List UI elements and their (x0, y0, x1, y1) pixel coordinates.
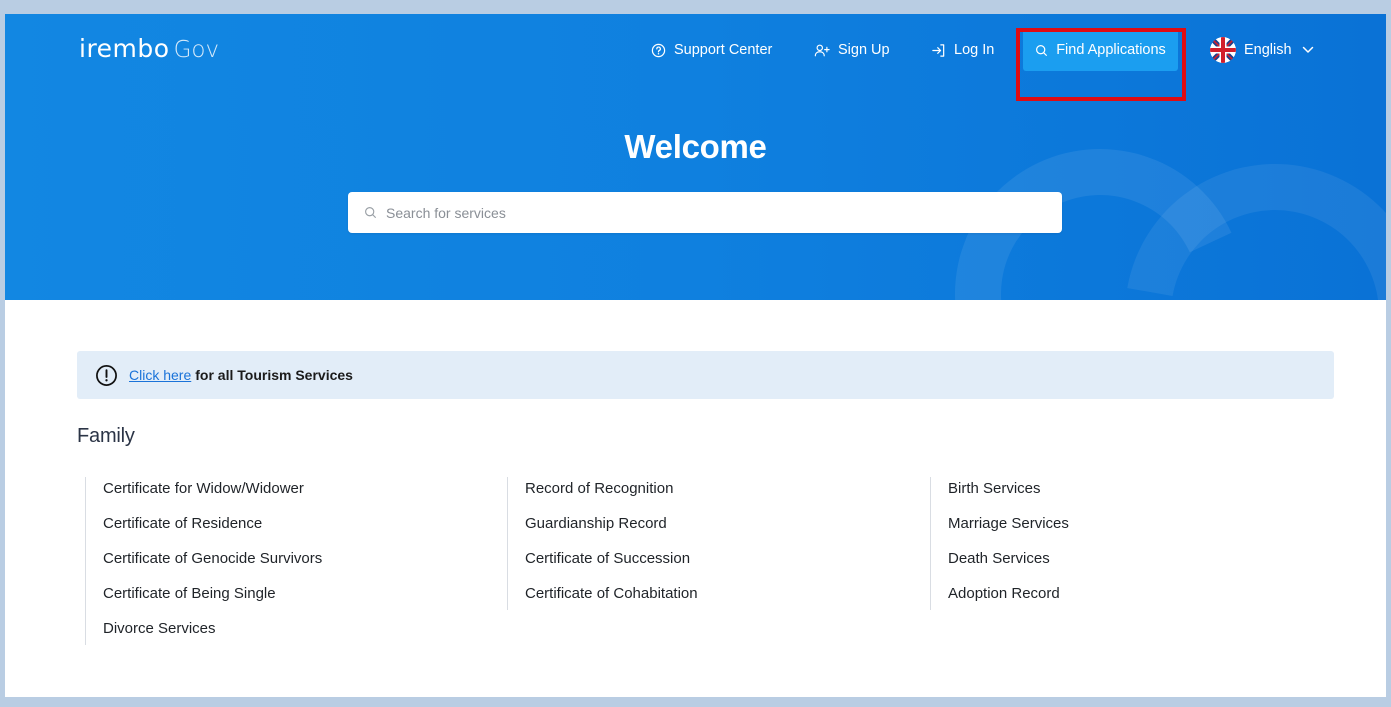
search-icon (365, 207, 376, 218)
tourism-click-here-link[interactable]: Click here (129, 367, 191, 383)
tourism-notice: Click here for all Tourism Services (77, 351, 1334, 399)
service-link[interactable]: Certificate of Residence (103, 512, 322, 547)
log-in-label: Log In (954, 42, 995, 58)
page-title: Welcome (624, 128, 767, 165)
browser-frame: irembo Gov Support Center Sign Up Log In… (0, 0, 1391, 707)
section-title-family: Family (77, 425, 135, 447)
service-search-bar[interactable] (348, 192, 1062, 233)
service-link[interactable]: Record of Recognition (525, 477, 698, 512)
find-applications-label: Find Applications (1056, 42, 1166, 58)
uk-flag-icon (1210, 37, 1236, 63)
alert-circle-icon (96, 364, 117, 386)
search-input[interactable] (386, 204, 986, 221)
help-circle-icon (651, 43, 666, 57)
language-label: English (1244, 42, 1292, 58)
log-in-link[interactable]: Log In (931, 30, 994, 70)
service-link[interactable]: Certificate of Succession (525, 547, 698, 582)
service-link[interactable]: Birth Services (948, 477, 1069, 512)
search-icon (1036, 44, 1048, 56)
service-link[interactable]: Certificate of Cohabitation (525, 582, 698, 617)
service-link[interactable]: Certificate for Widow/Widower (103, 477, 322, 512)
language-selector[interactable]: English (1210, 30, 1322, 70)
user-plus-icon (814, 44, 830, 56)
top-nav: Support Center Sign Up Log In Find Appli… (5, 28, 1386, 101)
service-link[interactable]: Certificate of Genocide Survivors (103, 547, 322, 582)
services-column-3: Birth Services Marriage Services Death S… (930, 477, 1069, 610)
service-link[interactable]: Marriage Services (948, 512, 1069, 547)
support-center-link[interactable]: Support Center (651, 30, 772, 70)
log-in-icon (932, 43, 945, 57)
services-column-1: Certificate for Widow/Widower Certificat… (85, 477, 322, 645)
support-center-label: Support Center (674, 42, 773, 58)
sign-up-link[interactable]: Sign Up (814, 30, 890, 70)
hero-banner: irembo Gov Support Center Sign Up Log In… (5, 14, 1386, 300)
service-link[interactable]: Divorce Services (103, 617, 322, 652)
service-link[interactable]: Guardianship Record (525, 512, 698, 547)
chevron-down-icon (1302, 46, 1313, 53)
service-link[interactable]: Death Services (948, 547, 1069, 582)
services-column-2: Record of Recognition Guardianship Recor… (507, 477, 698, 610)
tourism-notice-text: for all Tourism Services (195, 367, 353, 383)
find-applications-button[interactable]: Find Applications (1023, 29, 1178, 71)
service-link[interactable]: Certificate of Being Single (103, 582, 322, 617)
sign-up-label: Sign Up (838, 42, 890, 58)
service-link[interactable]: Adoption Record (948, 582, 1069, 617)
